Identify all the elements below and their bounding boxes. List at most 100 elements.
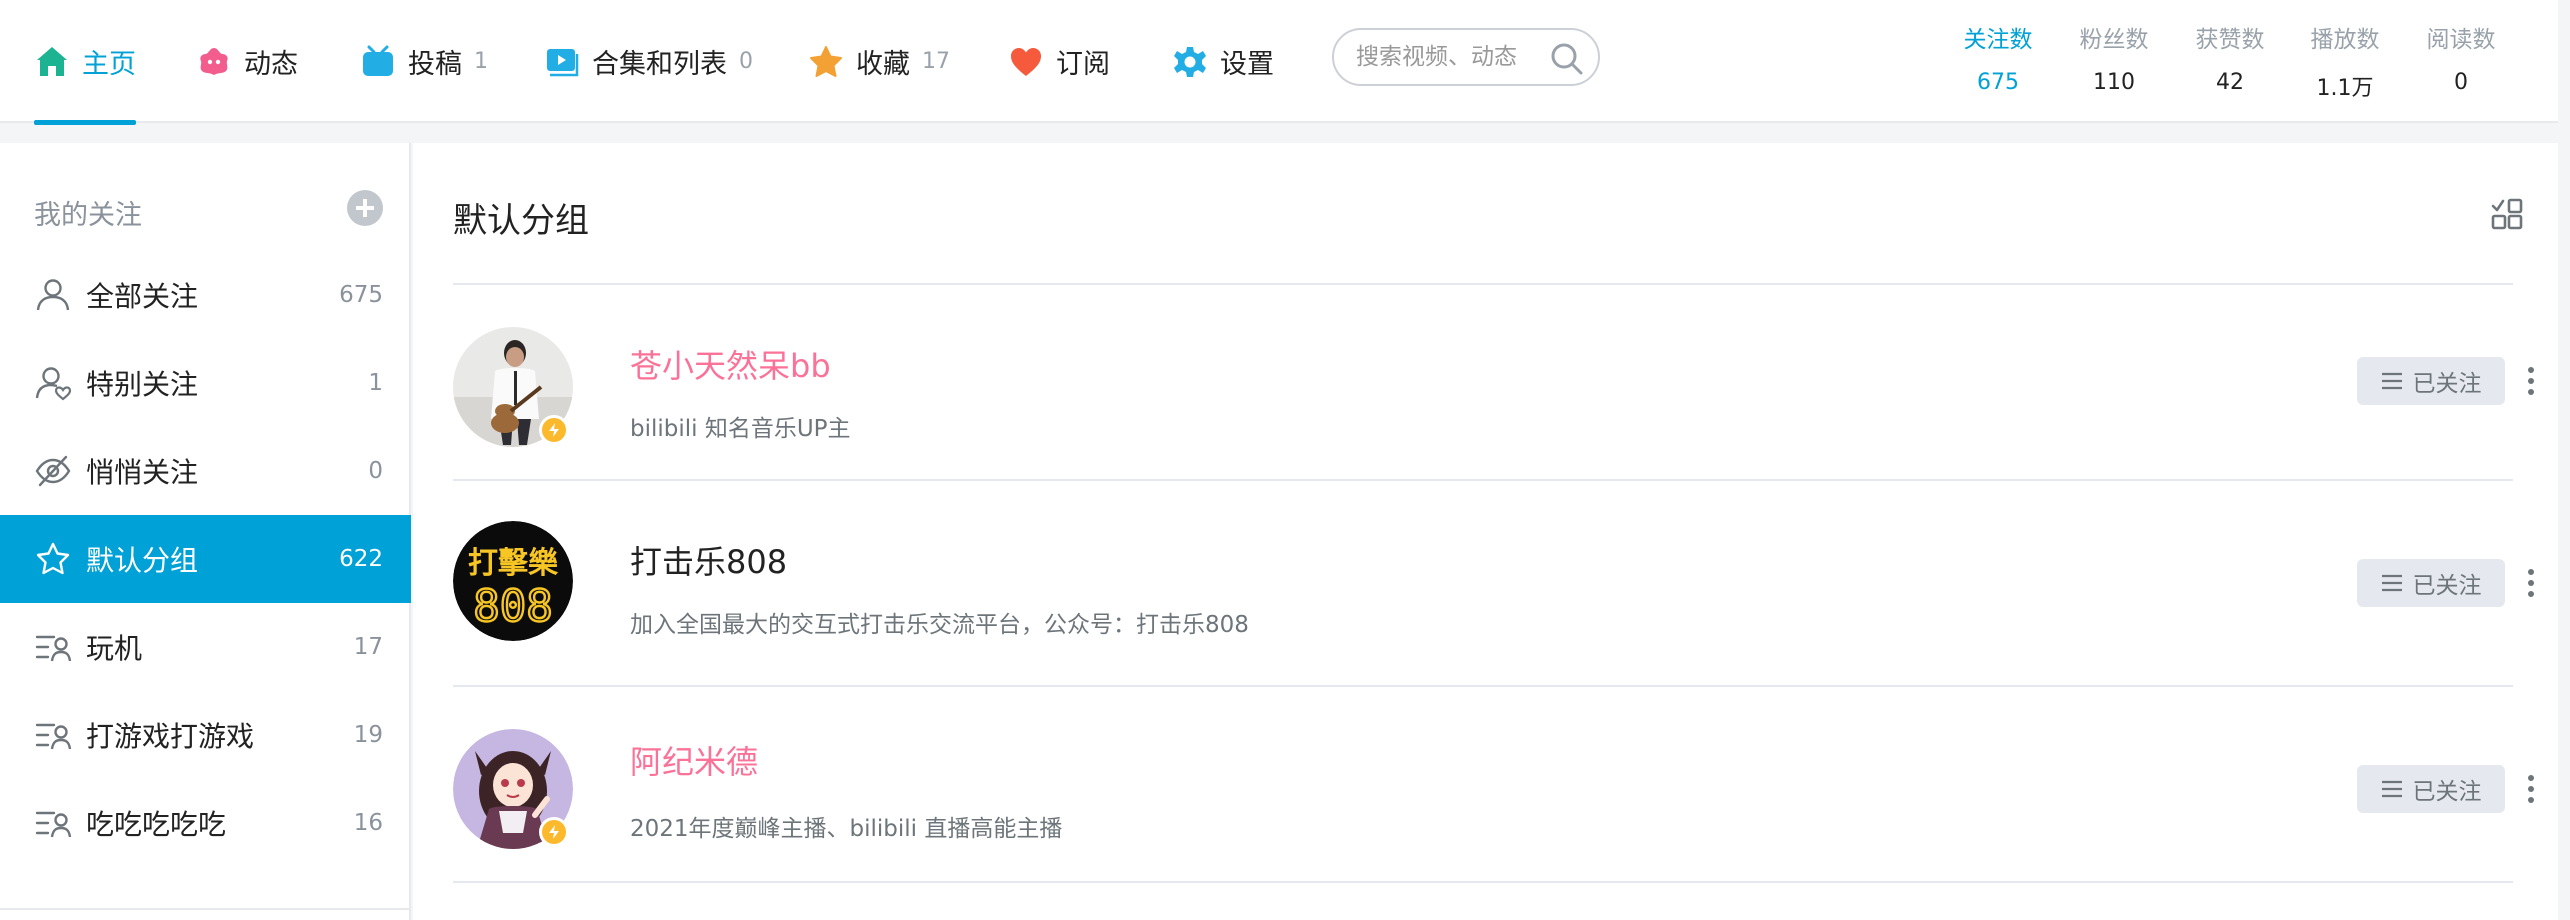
more-options-icon[interactable] bbox=[2521, 361, 2541, 401]
group-list-icon bbox=[34, 717, 72, 753]
stat-fans-label: 粉丝数 bbox=[2079, 27, 2149, 53]
user-name[interactable]: 打击乐808 bbox=[630, 537, 787, 583]
nav-home[interactable]: 主页 bbox=[34, 0, 136, 125]
top-nav: 主页 动态 投稿 1 合集和列表 0 收藏 17 订阅 设置 搜索视频、动态 关… bbox=[0, 0, 2558, 125]
sidebar-item-count: 19 bbox=[353, 722, 383, 748]
stat-following-label: 关注数 bbox=[1963, 27, 2033, 53]
batch-manage-icon[interactable] bbox=[2490, 197, 2524, 231]
group-title: 默认分组 bbox=[453, 201, 589, 241]
sidebar-item-group-2[interactable]: 打游戏打游戏 19 bbox=[0, 691, 411, 779]
nav-dynamic[interactable]: 动态 bbox=[196, 0, 298, 123]
stat-reads: 阅读数 0 bbox=[2406, 20, 2516, 95]
menu-lines-icon bbox=[2381, 780, 2402, 798]
more-options-icon[interactable] bbox=[2521, 769, 2541, 809]
nav-settings[interactable]: 设置 bbox=[1172, 0, 1274, 123]
home-icon bbox=[34, 44, 70, 80]
playlist-icon bbox=[544, 44, 580, 80]
sidebar-item-count: 1 bbox=[368, 370, 383, 396]
sidebar-item-hidden[interactable]: 悄悄关注 0 bbox=[0, 427, 411, 515]
follow-sidebar: 我的关注 全部关注 675 特别关注 1 悄悄关注 0 默认分组 622 玩机 bbox=[0, 143, 411, 920]
stat-fans-value: 110 bbox=[2093, 70, 2135, 95]
heart-icon bbox=[1008, 44, 1044, 80]
nav-home-label: 主页 bbox=[82, 49, 136, 80]
stat-plays: 播放数 1.1万 bbox=[2290, 20, 2400, 102]
nav-upload[interactable]: 投稿 1 bbox=[360, 0, 488, 123]
sidebar-item-label: 吃吃吃吃吃 bbox=[86, 808, 227, 841]
stat-likes-label: 获赞数 bbox=[2195, 27, 2265, 53]
sidebar-item-group-1[interactable]: 玩机 17 bbox=[0, 603, 411, 691]
user-description: 2021年度巅峰主播、bilibili 直播高能主播 bbox=[630, 816, 1063, 842]
more-options-icon[interactable] bbox=[2521, 563, 2541, 603]
add-group-icon[interactable] bbox=[347, 190, 383, 226]
nav-favorites[interactable]: 收藏 17 bbox=[808, 0, 950, 123]
sidebar-item-label: 悄悄关注 bbox=[86, 456, 199, 489]
sidebar-item-label: 默认分组 bbox=[86, 544, 199, 577]
followed-label: 已关注 bbox=[2412, 573, 2482, 599]
sidebar-item-label: 特别关注 bbox=[86, 368, 199, 401]
followed-button[interactable]: 已关注 bbox=[2357, 765, 2505, 813]
nav-collections[interactable]: 合集和列表 0 bbox=[544, 0, 753, 123]
verified-badge-icon bbox=[539, 817, 569, 847]
sidebar-item-group-3[interactable]: 吃吃吃吃吃 16 bbox=[0, 779, 411, 867]
followed-button[interactable]: 已关注 bbox=[2357, 357, 2505, 405]
menu-lines-icon bbox=[2381, 574, 2402, 592]
stat-likes: 获赞数 42 bbox=[2175, 20, 2285, 95]
user-heart-icon bbox=[34, 365, 72, 401]
sidebar-item-count: 16 bbox=[353, 810, 383, 836]
user-name[interactable]: 苍小天然呆bb bbox=[630, 341, 831, 387]
stat-plays-label: 播放数 bbox=[2310, 27, 2380, 53]
followed-label: 已关注 bbox=[2412, 779, 2482, 805]
gear-icon bbox=[1172, 44, 1208, 80]
followed-label: 已关注 bbox=[2412, 371, 2482, 397]
sidebar-item-label: 玩机 bbox=[86, 632, 143, 665]
stat-following-value: 675 bbox=[1977, 70, 2019, 95]
avatar-text-line2: 808 bbox=[473, 581, 552, 632]
nav-upload-label: 投稿 bbox=[408, 49, 462, 80]
sidebar-divider bbox=[0, 908, 411, 910]
stat-likes-value: 42 bbox=[2216, 70, 2244, 95]
nav-settings-label: 设置 bbox=[1220, 49, 1274, 80]
sidebar-item-count: 0 bbox=[368, 458, 383, 484]
sidebar-item-all[interactable]: 全部关注 675 bbox=[0, 251, 411, 339]
menu-lines-icon bbox=[2381, 372, 2402, 390]
nav-collections-label: 合集和列表 bbox=[592, 49, 727, 80]
sidebar-item-special[interactable]: 特别关注 1 bbox=[0, 339, 411, 427]
sidebar-item-label: 全部关注 bbox=[86, 280, 199, 313]
stat-reads-label: 阅读数 bbox=[2426, 27, 2496, 53]
list-item: 苍小天然呆bb bilibili 知名音乐UP主 已关注 bbox=[453, 285, 2534, 481]
search-input[interactable] bbox=[1356, 44, 1546, 70]
sidebar-item-default-group[interactable]: 默认分组 622 bbox=[0, 515, 411, 603]
star-icon bbox=[34, 541, 72, 577]
list-item: 打擊樂 808 打击乐808 加入全国最大的交互式打击乐交流平台，公众号：打击乐… bbox=[453, 481, 2534, 687]
search-box bbox=[1332, 28, 1600, 86]
sidebar-title: 我的关注 bbox=[34, 200, 142, 231]
sidebar-item-count: 622 bbox=[339, 546, 383, 572]
flower-icon bbox=[196, 44, 232, 80]
user-description: 加入全国最大的交互式打击乐交流平台，公众号：打击乐808 bbox=[630, 612, 1249, 638]
eye-off-icon bbox=[34, 453, 72, 489]
search-icon[interactable] bbox=[1550, 42, 1584, 76]
avatar[interactable]: 打擊樂 808 bbox=[453, 521, 573, 641]
nav-collections-count: 0 bbox=[739, 49, 753, 74]
user-description: bilibili 知名音乐UP主 bbox=[630, 416, 851, 442]
user-icon bbox=[34, 277, 72, 313]
verified-badge-icon bbox=[539, 415, 569, 445]
nav-dynamic-label: 动态 bbox=[244, 49, 298, 80]
followed-button[interactable]: 已关注 bbox=[2357, 559, 2505, 607]
list-item: 阿纪米德 2021年度巅峰主播、bilibili 直播高能主播 已关注 bbox=[453, 687, 2534, 883]
nav-favorites-count: 17 bbox=[922, 49, 950, 74]
stat-fans[interactable]: 粉丝数 110 bbox=[2059, 20, 2169, 95]
stat-plays-value: 1.1万 bbox=[2316, 76, 2374, 101]
sidebar-item-label: 打游戏打游戏 bbox=[86, 720, 255, 753]
star-fav-icon bbox=[808, 44, 844, 80]
stat-reads-value: 0 bbox=[2454, 70, 2468, 95]
nav-upload-count: 1 bbox=[474, 49, 488, 74]
tv-icon bbox=[360, 44, 396, 80]
user-name[interactable]: 阿纪米德 bbox=[630, 737, 758, 783]
sidebar-item-count: 675 bbox=[339, 282, 383, 308]
nav-subscribe[interactable]: 订阅 bbox=[1008, 0, 1110, 123]
group-list-icon bbox=[34, 629, 72, 665]
stat-following[interactable]: 关注数 675 bbox=[1943, 20, 2053, 95]
sidebar-item-count: 17 bbox=[353, 634, 383, 660]
nav-subscribe-label: 订阅 bbox=[1056, 49, 1110, 80]
